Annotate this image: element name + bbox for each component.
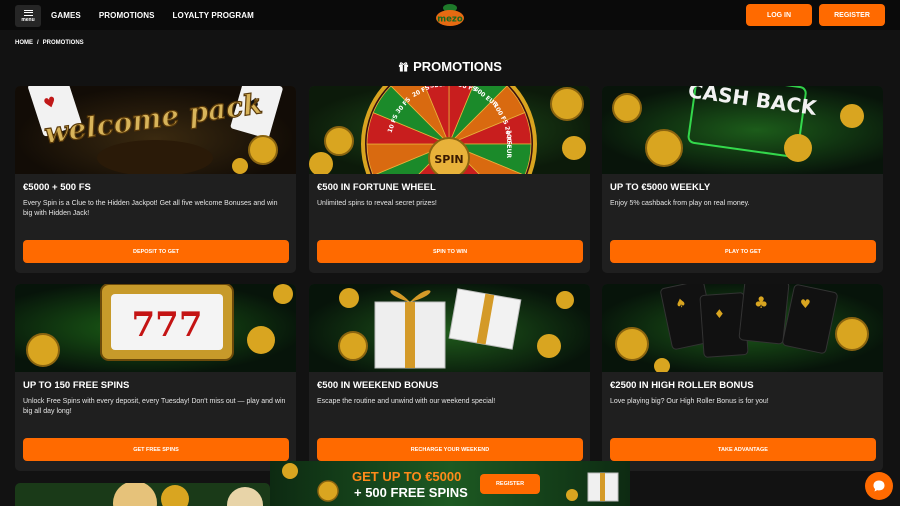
breadcrumb: HOME / PROMOTIONS xyxy=(15,40,84,46)
welcome-art: ♥ ♠ welcome pack xyxy=(28,86,283,174)
card-title: €5000 + 500 FS xyxy=(23,182,91,193)
site-logo[interactable]: mezo xyxy=(434,2,466,28)
peek-art xyxy=(113,483,263,506)
play-to-get-button[interactable]: PLAY TO GET xyxy=(610,240,876,263)
promo-image-slots: 777 xyxy=(15,284,296,372)
promo-card-high-roller: ♠ ♦ ♣ ♥ €2500 IN HIGH ROLLER BONUS Love … xyxy=(602,284,883,471)
promo-image-gifts xyxy=(309,284,590,372)
gift-icon xyxy=(398,62,409,72)
banner-register-button[interactable]: REGISTER xyxy=(480,474,540,494)
card-description: Love playing big? Our High Roller Bonus … xyxy=(610,398,769,405)
wheel-center-label: SPIN xyxy=(434,153,463,166)
register-banner[interactable]: GET UP TO €5000 + 500 FREE SPINS REGISTE… xyxy=(270,461,630,506)
promo-card-welcome: ♥ ♠ welcome pack €5000 + 500 FS Every Sp… xyxy=(15,86,296,273)
slot-digits: 777 xyxy=(132,305,203,345)
svg-text:♣: ♣ xyxy=(754,293,768,312)
nav-loyalty-program[interactable]: LOYALTY PROGRAM xyxy=(173,11,254,20)
gifts-art xyxy=(338,288,574,369)
breadcrumb-home[interactable]: HOME xyxy=(15,40,33,46)
cashback-art: CASH BACK xyxy=(612,86,864,167)
card-title: €500 IN FORTUNE WHEEL xyxy=(317,182,436,193)
chat-button[interactable] xyxy=(865,472,893,500)
cards-art: ♠ ♦ ♣ ♥ xyxy=(615,284,869,372)
banner-subline: + 500 FREE SPINS xyxy=(354,485,468,500)
card-description: Unlock Free Spins with every deposit, ev… xyxy=(23,398,286,415)
nav-promotions[interactable]: PROMOTIONS xyxy=(99,11,155,20)
chat-icon xyxy=(873,480,885,492)
svg-text:♥: ♥ xyxy=(800,297,811,311)
get-free-spins-button[interactable]: GET FREE SPINS xyxy=(23,438,289,461)
promo-card-free-spins: 777 UP TO 150 FREE SPINS Unlock Free Spi… xyxy=(15,284,296,471)
promo-card-peek xyxy=(15,483,270,506)
recharge-weekend-button[interactable]: RECHARGE YOUR WEEKEND xyxy=(317,438,583,461)
menu-label: menu xyxy=(21,16,35,23)
promo-card-fortune-wheel: 30 FS20 FSSECRET150 FS500 EUR100 FS10 FS… xyxy=(309,86,590,273)
menu-button[interactable]: menu xyxy=(15,5,41,27)
cashback-art-text: CASH BACK xyxy=(687,86,820,120)
spin-to-win-button[interactable]: SPIN TO WIN xyxy=(317,240,583,263)
menu-icon xyxy=(23,9,33,16)
breadcrumb-current: PROMOTIONS xyxy=(42,40,84,46)
nav-games[interactable]: GAMES xyxy=(51,11,81,20)
deposit-to-get-button[interactable]: DEPOSIT TO GET xyxy=(23,240,289,263)
page-title-text: PROMOTIONS xyxy=(413,59,502,74)
register-button[interactable]: REGISTER xyxy=(819,4,885,26)
page-title: PROMOTIONS xyxy=(0,59,900,74)
promo-card-cashback: CASH BACK UP TO €5000 WEEKLY Enjoy 5% ca… xyxy=(602,86,883,273)
promo-image-cards: ♠ ♦ ♣ ♥ xyxy=(602,284,883,372)
card-description: Every Spin is a Clue to the Hidden Jackp… xyxy=(23,200,278,217)
promo-image-welcome: ♥ ♠ welcome pack xyxy=(15,86,296,174)
promo-image-cashback: CASH BACK xyxy=(602,86,883,174)
promo-card-weekend: €500 IN WEEKEND BONUS Escape the routine… xyxy=(309,284,590,471)
card-title: €2500 IN HIGH ROLLER BONUS xyxy=(610,380,754,391)
card-title: UP TO €5000 WEEKLY xyxy=(610,182,711,193)
main-nav: GAMES PROMOTIONS LOYALTY PROGRAM xyxy=(51,0,254,30)
take-advantage-button[interactable]: TAKE ADVANTAGE xyxy=(610,438,876,461)
top-header: menu GAMES PROMOTIONS LOYALTY PROGRAM me… xyxy=(0,0,900,30)
card-title: €500 IN WEEKEND BONUS xyxy=(317,380,439,391)
card-description: Unlimited spins to reveal secret prizes! xyxy=(317,200,437,207)
fortune-wheel-art: 30 FS20 FSSECRET150 FS500 EUR100 FS10 FS… xyxy=(309,86,586,174)
promo-image-wheel: 30 FS20 FSSECRET150 FS500 EUR100 FS10 FS… xyxy=(309,86,590,174)
card-description: Escape the routine and unwind with our w… xyxy=(317,398,496,405)
svg-text:♦: ♦ xyxy=(714,307,725,321)
banner-headline: GET UP TO €5000 xyxy=(352,469,462,484)
slot-art: 777 xyxy=(26,284,293,367)
card-title: UP TO 150 FREE SPINS xyxy=(23,380,130,391)
card-description: Enjoy 5% cashback from play on real mone… xyxy=(610,200,750,207)
logo-text: mezo xyxy=(437,15,463,25)
login-button[interactable]: LOG IN xyxy=(746,4,812,26)
breadcrumb-separator: / xyxy=(37,40,39,46)
